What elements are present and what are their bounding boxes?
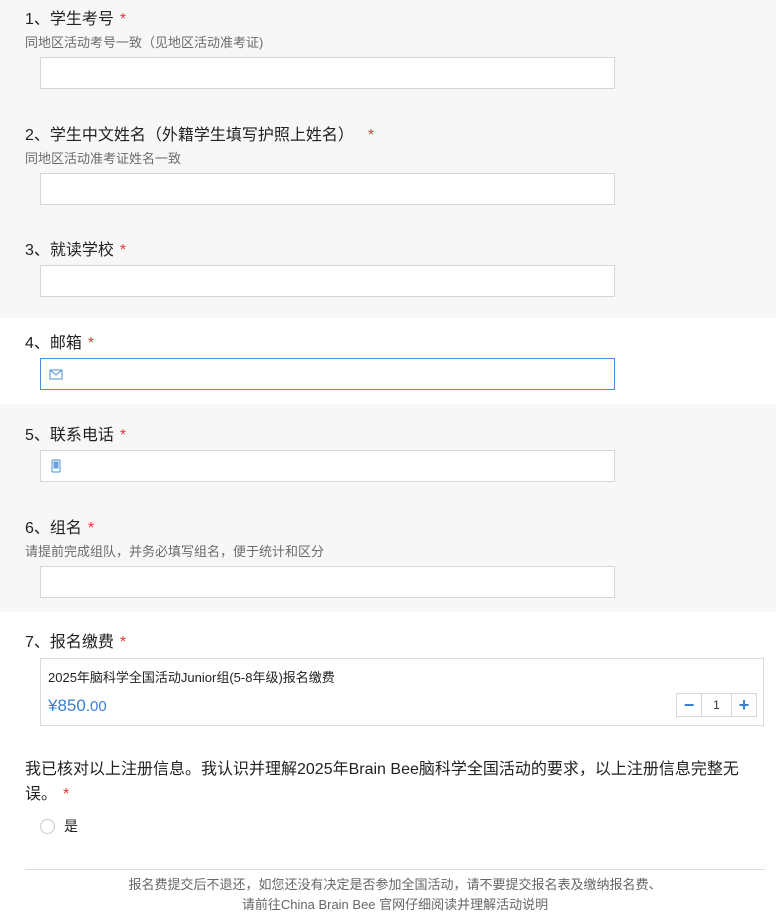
quantity-value[interactable]: 1 — [702, 694, 731, 716]
phone-field[interactable] — [40, 450, 615, 482]
email-field[interactable] — [40, 358, 615, 390]
question-1-title: 1、学生考号 * — [25, 11, 127, 28]
phone-icon — [51, 459, 61, 473]
footer-divider — [25, 869, 765, 870]
increase-quantity-button[interactable]: + — [731, 694, 756, 716]
question-1-hint: 同地区活动考号一致（见地区活动准考证) — [25, 35, 264, 50]
student-id-input[interactable] — [41, 58, 614, 88]
school-field[interactable] — [40, 265, 615, 297]
question-7-title: 7、报名缴费 * — [25, 634, 127, 651]
chinese-name-input[interactable] — [41, 174, 614, 204]
question-2-title: 2、学生中文姓名（外籍学生填写护照上姓名） * — [25, 127, 375, 144]
question-4: 4、邮箱 * — [0, 318, 776, 404]
team-name-field[interactable] — [40, 566, 615, 598]
quantity-stepper: − 1 + — [676, 693, 757, 717]
payment-product-card: 2025年脑科学全国活动Junior组(5-8年级)报名缴费 ¥850.00 −… — [40, 658, 764, 726]
footer-notice: 报名费提交后不退还，如您还没有决定是否参加全国活动，请不要提交报名表及缴纳报名费… — [25, 875, 765, 915]
yes-radio-label: 是 — [64, 818, 78, 834]
question-2-hint: 同地区活动准考证姓名一致 — [25, 151, 182, 166]
question-6: 6、组名 * 请提前完成组队，并务必填写组名，便于统计和区分 — [0, 498, 776, 612]
question-5-title: 5、联系电话 * — [25, 427, 127, 444]
product-name: 2025年脑科学全国活动Junior组(5-8年级)报名缴费 — [48, 670, 335, 685]
decrease-quantity-button[interactable]: − — [677, 694, 702, 716]
phone-input[interactable] — [41, 451, 614, 481]
question-3-title: 3、就读学校 * — [25, 242, 127, 259]
question-4-title: 4、邮箱 * — [25, 335, 95, 352]
question-3: 3、就读学校 * — [0, 224, 776, 318]
question-1: 1、学生考号 * 同地区活动考号一致（见地区活动准考证) — [0, 0, 776, 110]
team-name-input[interactable] — [41, 567, 614, 597]
yes-radio[interactable] — [40, 818, 55, 834]
confirm-option-yes[interactable]: 是 — [40, 816, 78, 836]
student-id-field[interactable] — [40, 57, 615, 89]
footer-line-2: 请前往China Brain Bee 官网仔细阅读并理解活动说明 — [241, 897, 549, 912]
question-2: 2、学生中文姓名（外籍学生填写护照上姓名） * 同地区活动准考证姓名一致 — [0, 110, 776, 224]
product-price: ¥850.00 — [48, 696, 107, 715]
chinese-name-field[interactable] — [40, 173, 615, 205]
mail-icon — [49, 369, 63, 380]
email-input[interactable] — [41, 359, 614, 389]
footer-line-1: 报名费提交后不退还，如您还没有决定是否参加全国活动，请不要提交报名表及缴纳报名费… — [128, 877, 662, 892]
confirmation-statement: 我已核对以上注册信息。我认识并理解2025年Brain Bee脑科学全国活动的要… — [25, 761, 739, 803]
question-6-hint: 请提前完成组队，并务必填写组名，便于统计和区分 — [25, 544, 325, 559]
question-5: 5、联系电话 * — [0, 404, 776, 498]
question-6-title: 6、组名 * — [25, 520, 95, 537]
school-input[interactable] — [41, 266, 614, 296]
